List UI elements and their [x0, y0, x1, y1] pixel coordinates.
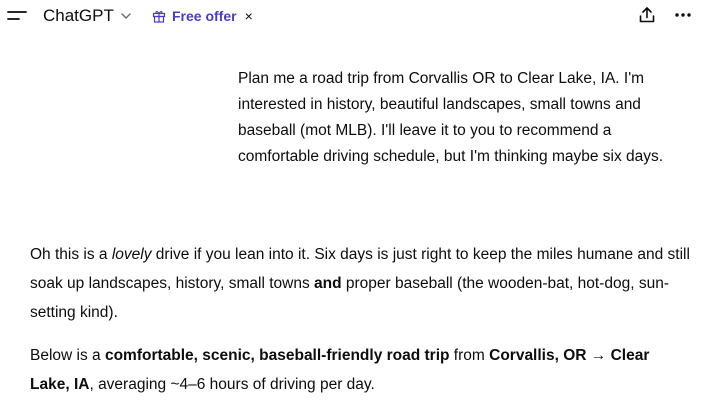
share-icon[interactable]	[638, 6, 656, 24]
model-name: ChatGPT	[43, 6, 114, 25]
close-offer-button[interactable]: ×	[245, 8, 253, 24]
model-switcher[interactable]: ChatGPT	[43, 4, 132, 28]
free-offer-banner: Free offer ×	[152, 6, 253, 26]
assistant-paragraph: Oh this is a lovely drive if you lean in…	[30, 246, 690, 321]
assistant-message: Oh this is a lovely drive if you lean in…	[30, 240, 690, 399]
top-bar: ChatGPT Free offer ×	[0, 0, 714, 32]
user-message: Plan me a road trip from Corvallis OR to…	[238, 70, 664, 165]
menu-icon[interactable]	[6, 7, 28, 25]
assistant-paragraph: Below is a comfortable, scenic, baseball…	[30, 347, 650, 393]
free-offer-link[interactable]: Free offer	[172, 8, 237, 24]
more-icon[interactable]	[673, 6, 693, 24]
gift-icon	[152, 11, 166, 23]
chevron-down-icon	[121, 13, 131, 19]
